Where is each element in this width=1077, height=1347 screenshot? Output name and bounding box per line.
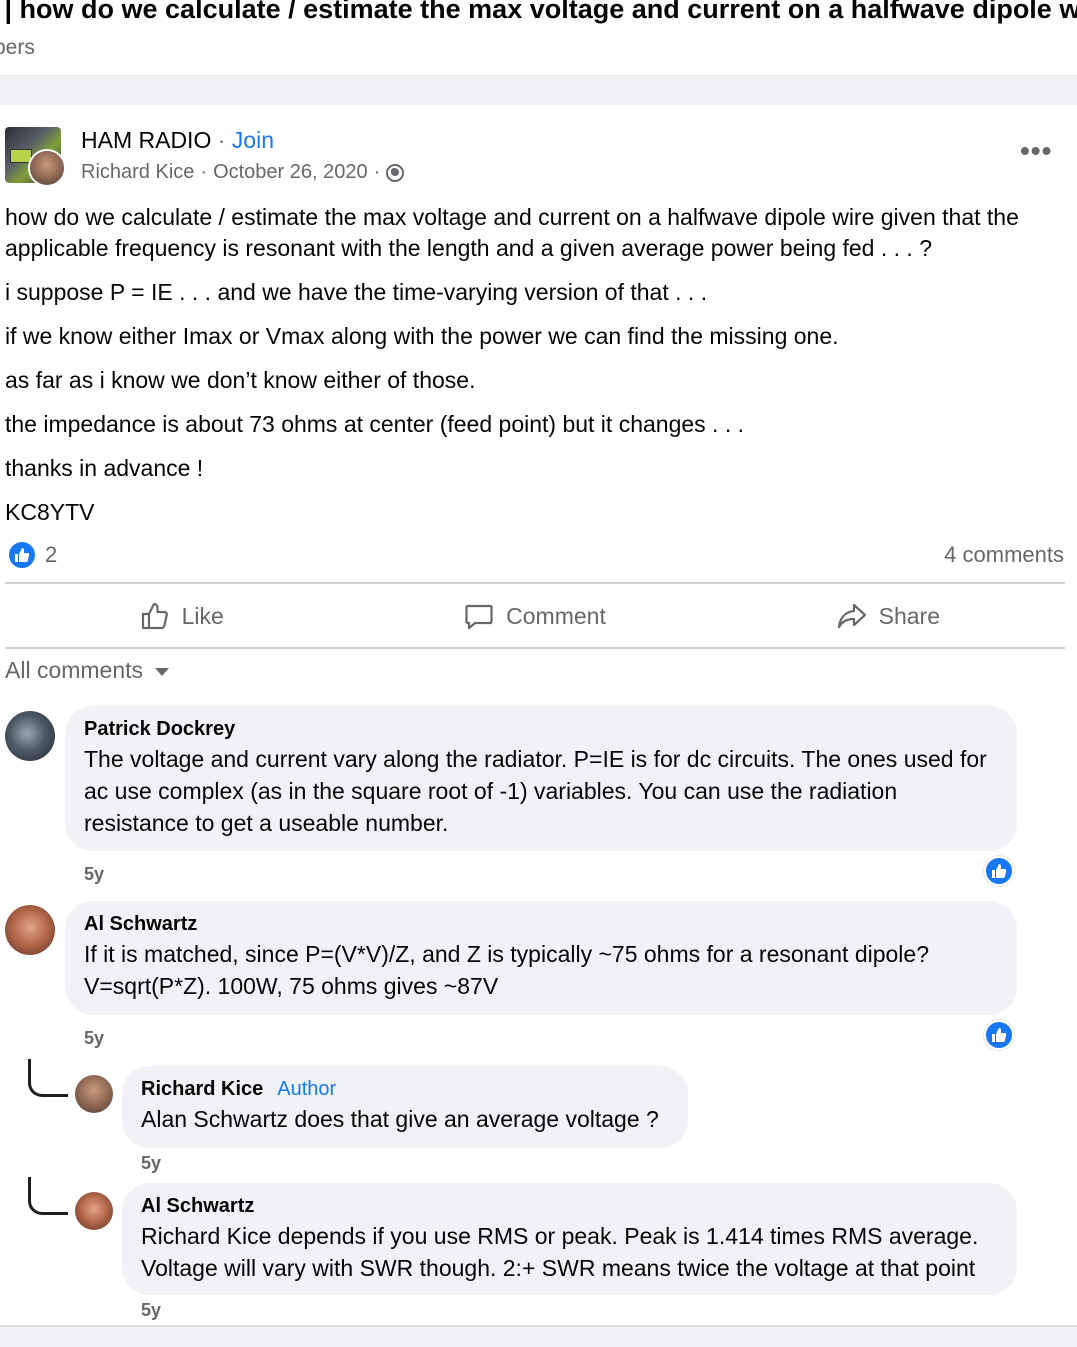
reply-bubble: Richard Kice Author Alan Schwartz does th… [122,1066,688,1148]
comment-time[interactable]: 5y [84,1028,104,1049]
comment-text: Richard Kice depends if you use RMS or p… [141,1223,979,1281]
post-date-link[interactable]: October 26, 2020 [213,161,368,184]
commenter-name[interactable]: Patrick Dockrey [84,718,998,741]
post-paragraph: KC8YTV [5,499,95,525]
commenter-avatar[interactable] [75,1192,113,1230]
commenter-avatar[interactable] [5,905,55,955]
comment-like-reaction-icon[interactable] [984,1020,1014,1050]
comment-text: If it is matched, since P=(V*V)/Z, and Z… [84,941,930,999]
reply-connector [28,1177,68,1215]
commenter-name[interactable]: Al Schwartz [84,913,998,936]
feed-gap [0,1325,1077,1347]
share-label: Share [878,602,940,629]
comment-time[interactable]: 5y [141,1300,161,1321]
post-paragraph: i suppose P = IE . . . and we have the t… [5,279,708,305]
comment-bubble: Al Schwartz If it is matched, since P=(V… [65,901,1017,1015]
page-subtitle: bers [0,36,35,59]
post-paragraph: as far as i know we don’t know either of… [5,367,476,393]
group-name-link[interactable]: HAM RADIO [81,127,211,153]
group-header: HAM RADIO · Join [81,127,274,154]
comment-time[interactable]: 5y [84,864,104,885]
post-paragraph: the impedance is about 73 ohms at center… [5,411,744,437]
post-card: HAM RADIO · Join Richard Kice · October … [0,105,1077,1325]
commenter-avatar[interactable] [75,1075,113,1113]
separator-dot: · [200,161,208,183]
thumbs-up-icon [141,602,168,630]
post-actions: Like Comment Share [5,585,1065,647]
post-meta: Richard Kice · October 26, 2020 · [81,161,405,184]
reaction-count: 2 [45,542,58,567]
post-author-link[interactable]: Richard Kice [81,161,194,184]
comments-filter-dropdown[interactable]: All comments [5,657,170,684]
divider [5,582,1065,584]
comment-like-reaction-icon[interactable] [984,856,1014,886]
comments-filter-label: All comments [5,657,144,683]
comment-icon [465,604,493,630]
author-badge: Author [277,1078,337,1100]
divider [5,647,1065,649]
post-paragraph: how do we calculate / estimate the max v… [5,204,1019,261]
comment-count-link[interactable]: 4 comments [944,542,1064,568]
post-paragraph: if we know either Imax or Vmax along wit… [5,323,839,349]
page-header: ) | how do we calculate / estimate the m… [0,0,1077,76]
comment-time[interactable]: 5y [141,1153,161,1174]
page-title: ) | how do we calculate / estimate the m… [0,0,1077,24]
comment-button[interactable]: Comment [358,585,711,647]
comment-bubble: Patrick Dockrey The voltage and current … [65,706,1017,851]
globe-icon [386,163,405,182]
feed-gap [0,77,1077,105]
post-body: how do we calculate / estimate the max v… [5,202,1070,541]
author-avatar[interactable] [28,149,66,187]
commenter-avatar[interactable] [5,711,55,761]
comment-label: Comment [506,602,606,629]
like-button[interactable]: Like [5,585,358,647]
separator-dot: · [373,161,381,183]
comment-text: Alan Schwartz does that give an average … [141,1106,659,1132]
share-icon [837,603,866,629]
separator-dot: · [217,127,226,153]
post-paragraph: thanks in advance ! [5,455,204,481]
reaction-summary[interactable]: 2 [7,540,57,570]
reply-connector [28,1059,68,1097]
comment-text: The voltage and current vary along the r… [84,746,987,836]
commenter-name-row: Richard Kice Author [141,1078,669,1101]
like-label: Like [181,602,224,629]
commenter-name[interactable]: Richard Kice [141,1078,263,1100]
reply-bubble: Al Schwartz Richard Kice depends if you … [122,1183,1017,1295]
share-button[interactable]: Share [712,585,1065,647]
like-reaction-icon [7,540,37,570]
caret-down-icon [155,668,170,676]
more-options-icon[interactable]: ••• [1020,135,1052,167]
join-button[interactable]: Join [232,127,274,153]
commenter-name[interactable]: Al Schwartz [141,1195,998,1218]
